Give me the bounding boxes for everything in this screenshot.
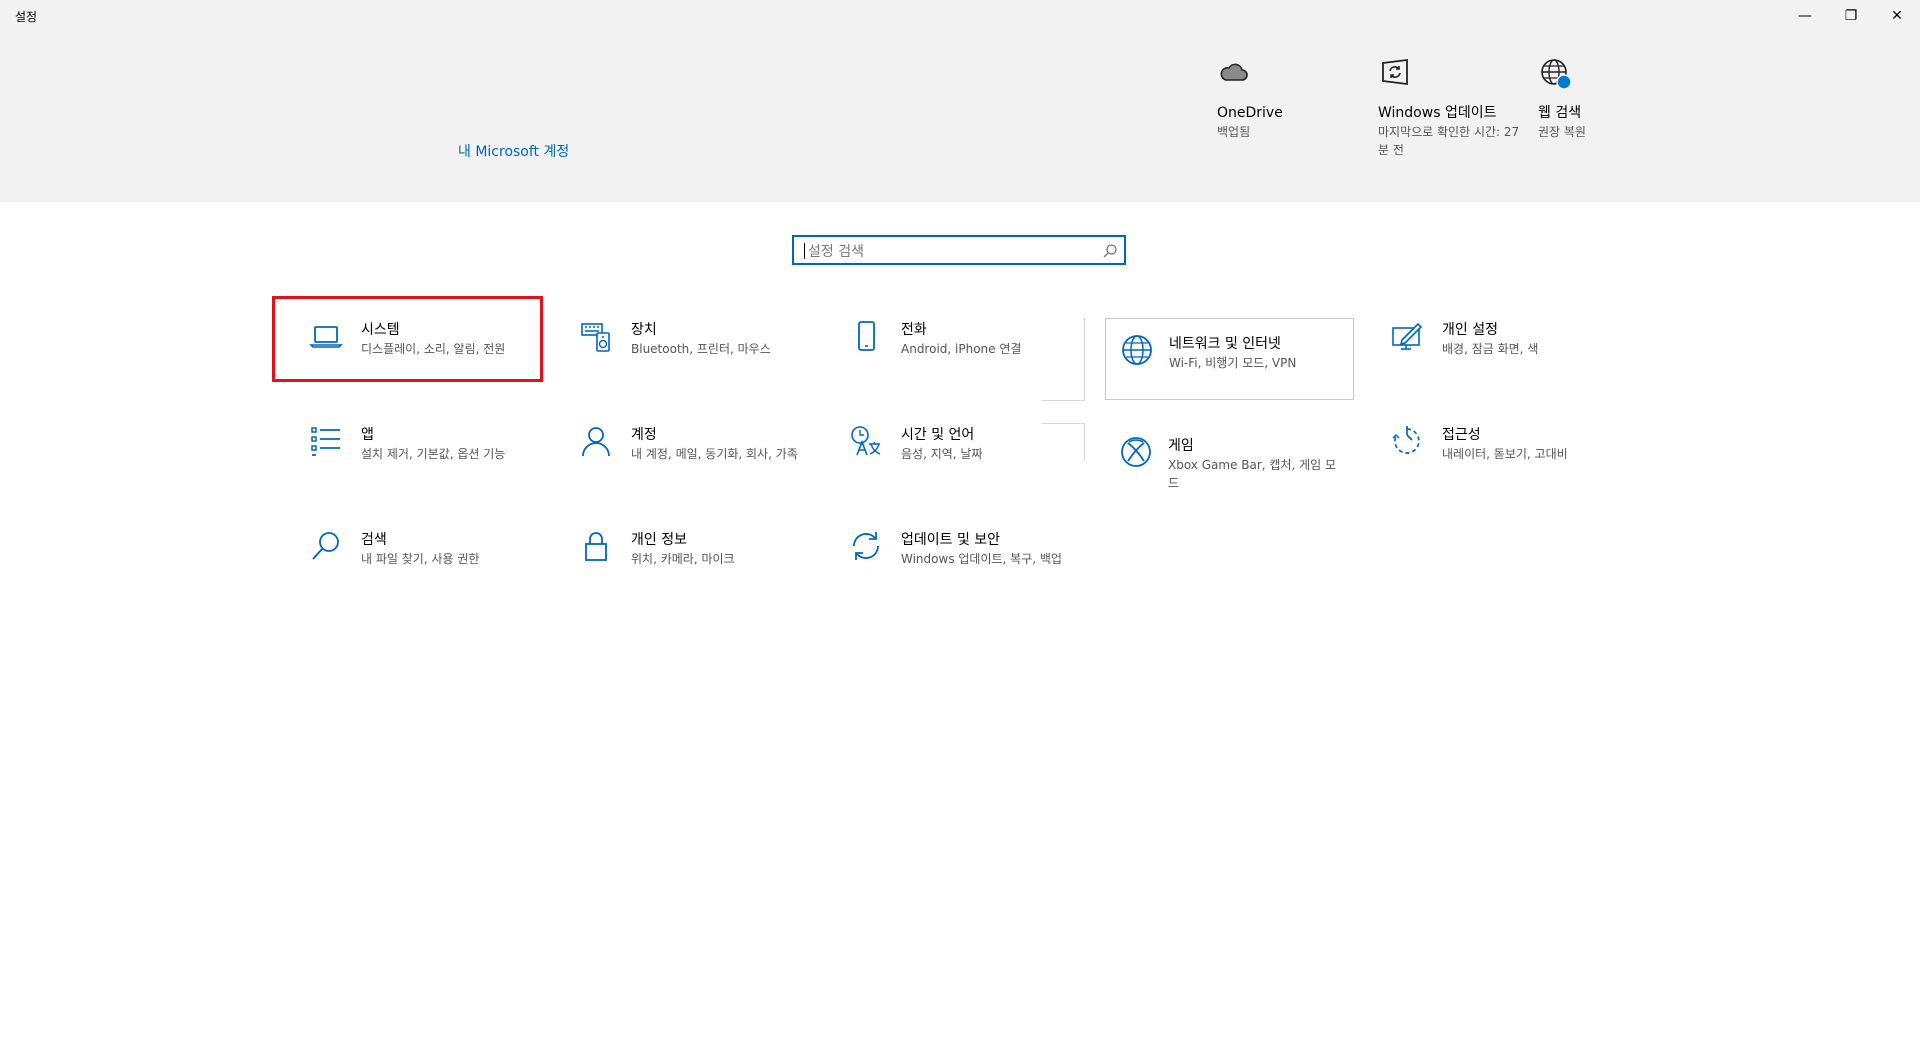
quick-link-subtitle: 권장 복원 bbox=[1538, 125, 1586, 139]
tile-accessibility[interactable]: 접근성 내레이터, 돋보기, 고대비 bbox=[1356, 404, 1621, 484]
quick-link-title: OneDrive bbox=[1217, 105, 1283, 121]
tile-title: 게임 bbox=[1168, 438, 1194, 454]
cloud-icon bbox=[1220, 63, 1248, 81]
keyboard-speaker-icon bbox=[581, 323, 610, 352]
search-input[interactable] bbox=[806, 240, 1090, 264]
tile-system[interactable]: 시스템 디스플레이, 소리, 알림, 전원 bbox=[272, 296, 543, 382]
minimize-button[interactable]: — bbox=[1782, 0, 1828, 32]
search-icon[interactable] bbox=[1102, 243, 1118, 259]
xbox-icon bbox=[1121, 437, 1151, 467]
window-title: 설정 bbox=[15, 10, 38, 24]
tile-phone[interactable]: 전화 Android, iPhone 연결 bbox=[815, 299, 1080, 379]
accessibility-timer-icon bbox=[1392, 426, 1420, 454]
tile-description: 내 파일 찾기, 사용 권한 bbox=[361, 552, 480, 566]
tile-title: 개인 정보 bbox=[631, 532, 687, 548]
quick-link-title: 웹 검색 bbox=[1538, 105, 1582, 121]
tile-title: 시간 및 언어 bbox=[901, 427, 975, 443]
maximize-button[interactable]: ❐ bbox=[1828, 0, 1874, 32]
tile-edge-line bbox=[1042, 400, 1085, 401]
tile-description: 음성, 지역, 날짜 bbox=[901, 447, 983, 461]
quick-link-subtitle: 마지막으로 확인한 시간: 27분 전 bbox=[1378, 125, 1520, 157]
tile-title: 장치 bbox=[631, 322, 657, 338]
tile-title: 검색 bbox=[361, 532, 387, 548]
tile-description: Bluetooth, 프린터, 마우스 bbox=[631, 342, 771, 356]
tile-description: Windows 업데이트, 복구, 백업 bbox=[901, 552, 1062, 566]
lock-icon bbox=[585, 532, 607, 561]
tile-title: 접근성 bbox=[1442, 427, 1481, 443]
personalization-icon bbox=[1392, 322, 1423, 350]
tile-privacy[interactable]: 개인 정보 위치, 카메라, 마이크 bbox=[545, 509, 810, 589]
tile-edge-line bbox=[1084, 318, 1085, 400]
quick-link-title: Windows 업데이트 bbox=[1378, 105, 1497, 121]
quick-link-windows-update[interactable]: Windows 업데이트 마지막으로 확인한 시간: 27분 전 bbox=[1378, 56, 1528, 159]
quick-link-web-search[interactable]: 웹 검색 권장 복원 bbox=[1538, 56, 1688, 141]
tile-title: 개인 설정 bbox=[1442, 322, 1498, 338]
tile-title: 네트워크 및 인터넷 bbox=[1169, 336, 1281, 352]
person-icon bbox=[582, 427, 610, 457]
quick-link-onedrive[interactable]: OneDrive 백업됨 bbox=[1217, 56, 1367, 141]
tile-title: 업데이트 및 보안 bbox=[901, 532, 1001, 548]
tile-devices[interactable]: 장치 Bluetooth, 프린터, 마우스 bbox=[545, 299, 810, 379]
tile-title: 앱 bbox=[361, 427, 374, 443]
tile-description: 배경, 잠금 화면, 색 bbox=[1442, 342, 1539, 356]
tile-description: Xbox Game Bar, 캡처, 게임 모드 bbox=[1168, 458, 1337, 490]
tile-gaming[interactable]: 게임 Xbox Game Bar, 캡처, 게임 모드 bbox=[1105, 423, 1354, 503]
tile-personalization[interactable]: 개인 설정 배경, 잠금 화면, 색 bbox=[1356, 299, 1621, 379]
microsoft-account-link[interactable]: 내 Microsoft 계정 bbox=[458, 141, 569, 161]
tile-search[interactable]: 검색 내 파일 찾기, 사용 권한 bbox=[275, 509, 540, 589]
update-sync-icon bbox=[853, 532, 879, 560]
tile-description: Wi-Fi, 비행기 모드, VPN bbox=[1169, 356, 1297, 370]
tile-title: 전화 bbox=[901, 322, 927, 338]
apps-list-icon bbox=[311, 427, 340, 456]
tile-description: 내 계정, 메일, 동기화, 회사, 가족 bbox=[631, 447, 798, 461]
tile-description: 내레이터, 돋보기, 고대비 bbox=[1442, 447, 1568, 461]
globe-icon bbox=[1122, 335, 1152, 365]
text-caret bbox=[804, 243, 805, 259]
tile-edge-line bbox=[1084, 423, 1085, 461]
tile-title: 계정 bbox=[631, 427, 657, 443]
tile-description: Android, iPhone 연결 bbox=[901, 342, 1022, 356]
quick-link-subtitle: 백업됨 bbox=[1217, 125, 1251, 139]
tile-accounts[interactable]: 계정 내 계정, 메일, 동기화, 회사, 가족 bbox=[545, 404, 810, 484]
tile-apps[interactable]: 앱 설치 제거, 기본값, 옵션 기능 bbox=[275, 404, 540, 484]
windows-update-icon bbox=[1382, 58, 1408, 86]
settings-search-box[interactable] bbox=[792, 235, 1126, 265]
time-language-icon bbox=[851, 426, 881, 456]
title-bar: 설정 — ❐ ✕ bbox=[0, 0, 1920, 32]
tile-description: 디스플레이, 소리, 알림, 전원 bbox=[361, 342, 506, 356]
tile-update-security[interactable]: 업데이트 및 보안 Windows 업데이트, 복구, 백업 bbox=[815, 509, 1080, 589]
laptop-icon bbox=[309, 326, 343, 348]
tile-time-language[interactable]: 시간 및 언어 음성, 지역, 날짜 bbox=[815, 404, 1080, 484]
close-button[interactable]: ✕ bbox=[1874, 0, 1920, 32]
globe-icon bbox=[1541, 59, 1572, 90]
tile-description: 위치, 카메라, 마이크 bbox=[631, 552, 735, 566]
phone-icon bbox=[858, 321, 875, 351]
search-icon bbox=[312, 532, 339, 560]
tile-description: 설치 제거, 기본값, 옵션 기능 bbox=[361, 447, 506, 461]
tile-network-internet[interactable]: 네트워크 및 인터넷 Wi-Fi, 비행기 모드, VPN bbox=[1105, 318, 1354, 400]
tile-title: 시스템 bbox=[361, 322, 400, 338]
